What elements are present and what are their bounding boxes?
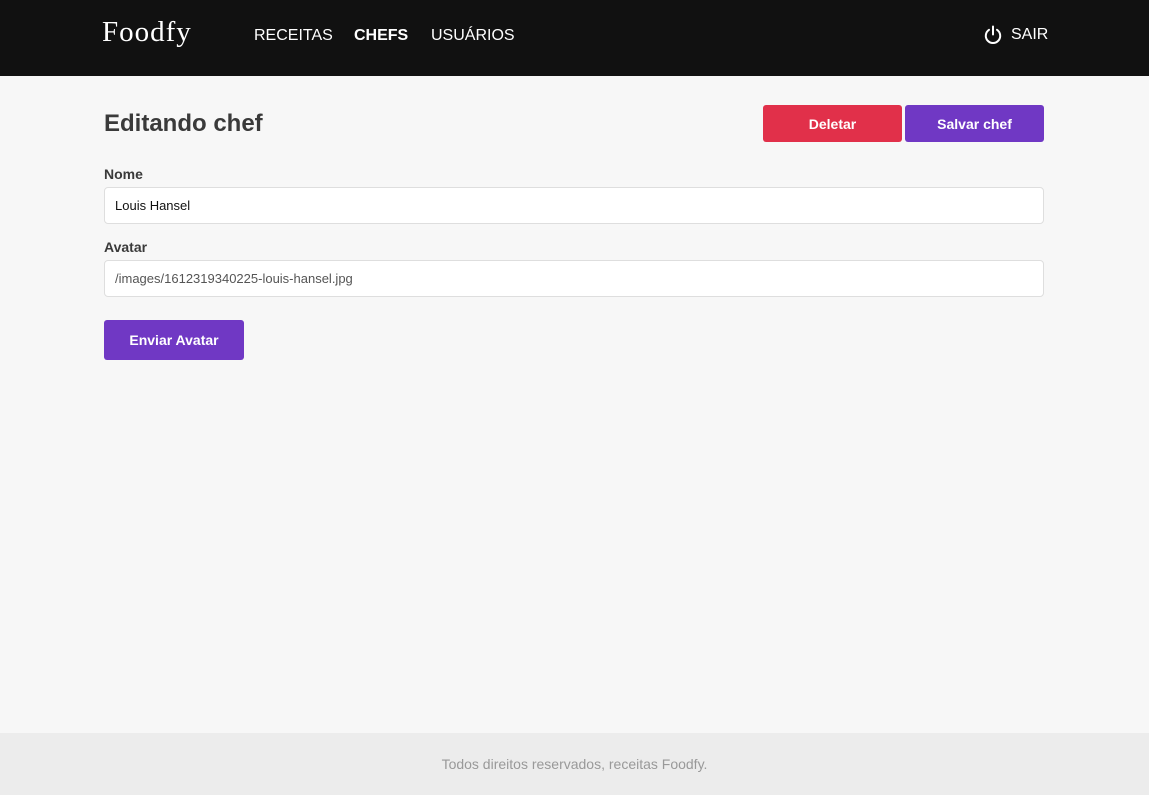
avatar-field[interactable] [104, 260, 1044, 297]
save-chef-button[interactable]: Salvar chef [905, 105, 1044, 142]
top-header: Foodfy RECEITAS CHEFS USUÁRIOS SAIR [0, 0, 1149, 76]
logout-button[interactable]: SAIR [983, 25, 1048, 45]
name-label: Nome [104, 166, 143, 182]
nav-item-chefs[interactable]: CHEFS [354, 27, 408, 45]
page-title: Editando chef [104, 110, 263, 137]
nav-item-usuarios[interactable]: USUÁRIOS [431, 27, 515, 45]
upload-avatar-button[interactable]: Enviar Avatar [104, 320, 244, 360]
footer: Todos direitos reservados, receitas Food… [0, 733, 1149, 795]
avatar-label: Avatar [104, 239, 148, 255]
power-icon [983, 25, 1003, 45]
footer-text: Todos direitos reservados, receitas Food… [441, 756, 708, 772]
nav-item-receitas[interactable]: RECEITAS [254, 27, 333, 45]
logout-label: SAIR [1011, 26, 1049, 43]
name-field[interactable] [104, 187, 1044, 224]
delete-button[interactable]: Deletar [763, 105, 902, 142]
logo[interactable]: Foodfy [102, 16, 192, 49]
